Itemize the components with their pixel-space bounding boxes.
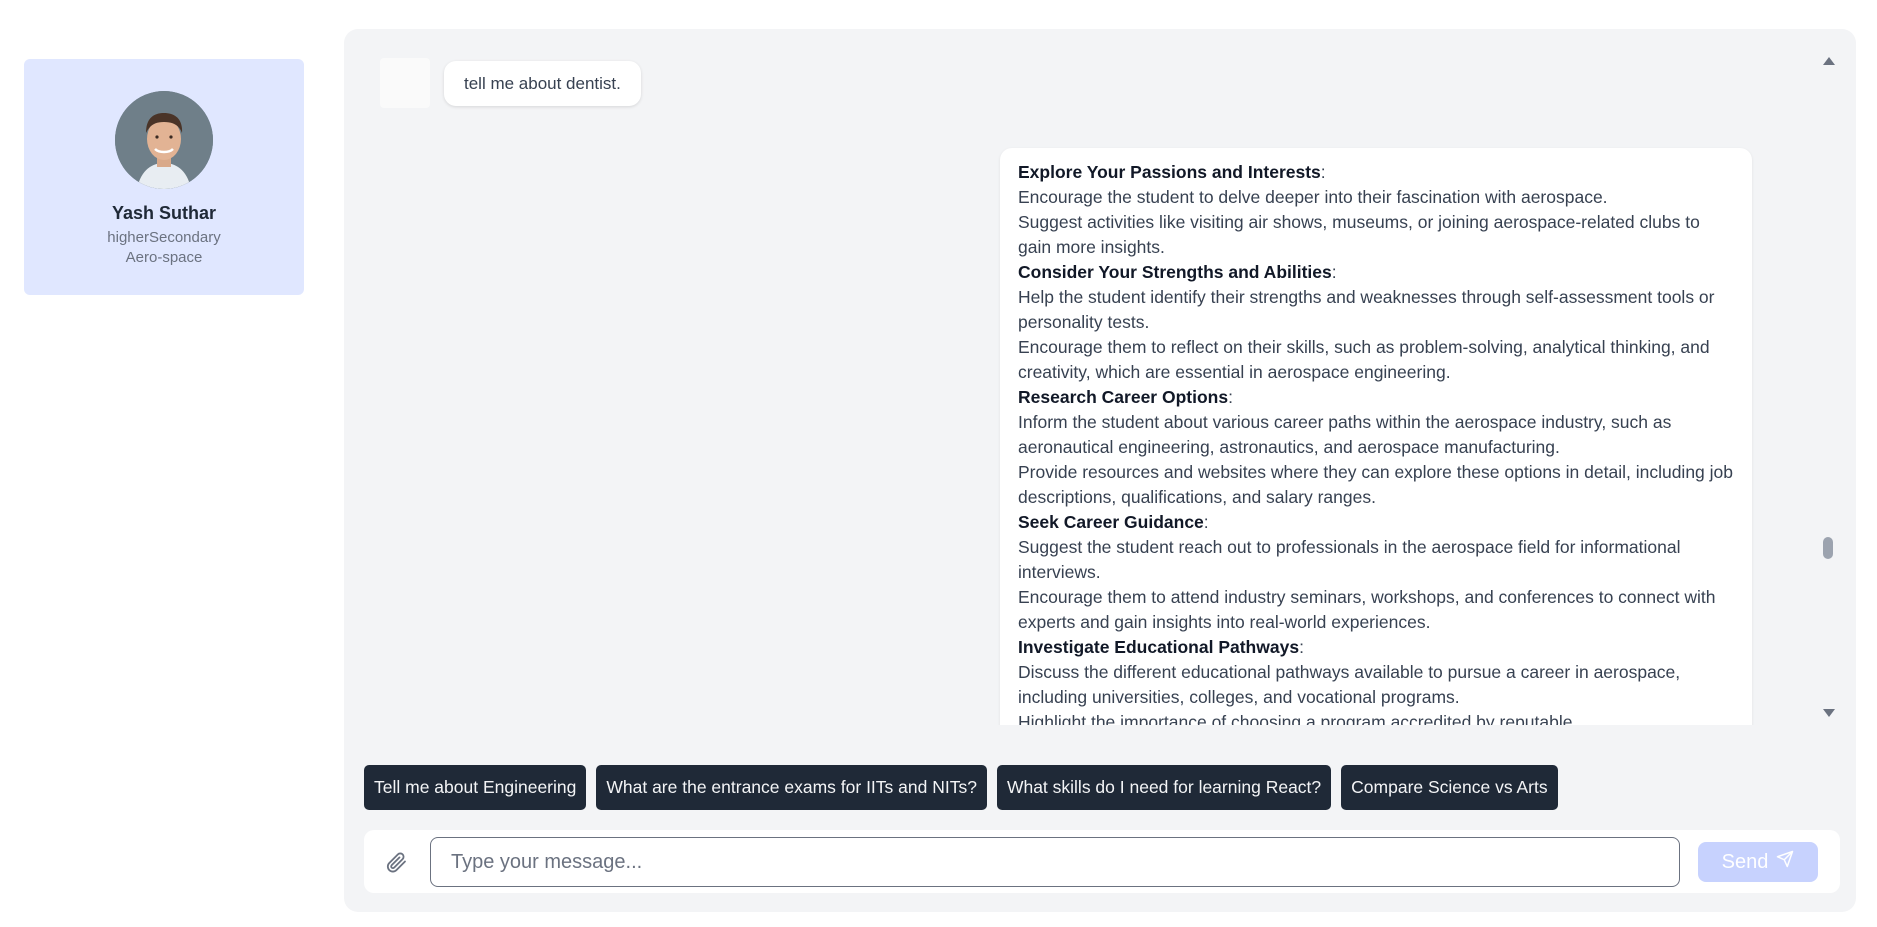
scroll-thumb[interactable] — [1823, 537, 1833, 559]
user-message-row: tell me about dentist. — [380, 58, 641, 108]
bot-section-line: Encourage them to attend industry semina… — [1018, 587, 1716, 632]
bot-section-heading: Research Career Options: — [1018, 387, 1233, 407]
send-label: Send — [1721, 850, 1769, 873]
user-message-bubble: tell me about dentist. — [444, 60, 641, 106]
profile-card: Yash Suthar higherSecondary Aero-space — [24, 59, 304, 295]
bot-section-line: Provide resources and websites where the… — [1018, 462, 1734, 507]
bot-section-line: Highlight the importance of choosing a p… — [1018, 712, 1573, 725]
bot-section-line: Suggest activities like visiting air sho… — [1018, 212, 1700, 257]
chat-panel: tell me about dentist. Explore Your Pass… — [344, 29, 1856, 912]
bot-section-line: Discuss the different educational pathwa… — [1018, 662, 1681, 707]
avatar — [115, 91, 213, 189]
section-heading-text: Explore Your Passions and Interests — [1018, 162, 1321, 182]
bot-section-line: Inform the student about various career … — [1018, 412, 1672, 457]
suggestion-chip[interactable]: Compare Science vs Arts — [1341, 765, 1558, 810]
paperclip-icon[interactable] — [384, 850, 408, 874]
suggestion-chip[interactable]: What skills do I need for learning React… — [996, 765, 1332, 810]
user-avatar — [380, 58, 430, 108]
bot-section-heading: Seek Career Guidance: — [1018, 512, 1209, 532]
bot-section-heading: Consider Your Strengths and Abilities: — [1018, 262, 1337, 282]
message-list[interactable]: tell me about dentist. Explore Your Pass… — [344, 29, 1824, 725]
profile-level: higherSecondary — [107, 229, 221, 246]
profile-photo — [115, 91, 213, 189]
bot-section-heading: Explore Your Passions and Interests: — [1018, 162, 1326, 182]
section-heading-text: Investigate Educational Pathways — [1018, 637, 1300, 657]
section-heading-text: Seek Career Guidance — [1018, 512, 1204, 532]
bot-message-bubble: Explore Your Passions and Interests: Enco… — [1000, 148, 1752, 725]
bot-section-heading: Investigate Educational Pathways: — [1018, 637, 1304, 657]
section-heading-text: Consider Your Strengths and Abilities — [1018, 262, 1332, 282]
send-button[interactable]: Send — [1698, 842, 1818, 882]
profile-name: Yash Suthar — [111, 203, 217, 223]
scroll-up-arrow-icon[interactable] — [1823, 57, 1835, 65]
suggestion-chips: Tell me about Engineering What are the e… — [364, 765, 1558, 810]
bot-section-line: Encourage the student to delve deeper in… — [1018, 187, 1608, 207]
message-input[interactable] — [430, 837, 1680, 887]
paper-plane-icon — [1776, 850, 1794, 874]
suggestion-chip[interactable]: Tell me about Engineering — [364, 765, 587, 810]
bot-section-line: Help the student identify their strength… — [1018, 287, 1715, 332]
bot-section-line: Encourage them to reflect on their skill… — [1018, 337, 1710, 382]
profile-interest: Aero-space — [125, 249, 203, 266]
section-heading-text: Research Career Options — [1018, 387, 1229, 407]
suggestion-chip[interactable]: What are the entrance exams for IITs and… — [596, 765, 987, 810]
scroll-down-arrow-icon[interactable] — [1823, 709, 1835, 717]
composer-bar: Send — [364, 830, 1840, 893]
bot-section-line: Suggest the student reach out to profess… — [1018, 537, 1681, 582]
message-scrollbar[interactable] — [1820, 49, 1836, 725]
